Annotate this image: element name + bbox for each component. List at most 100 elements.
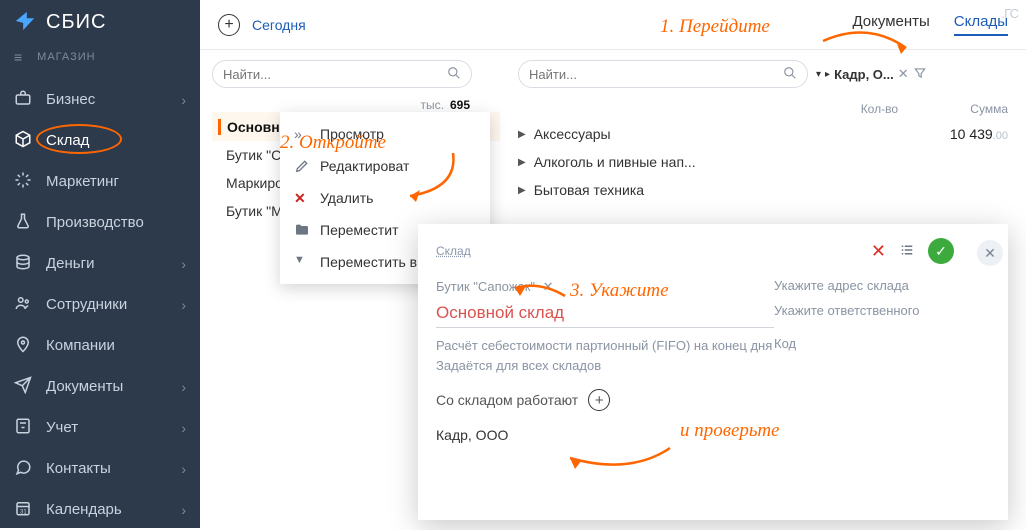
sidebar-item-companies[interactable]: Компании: [0, 325, 200, 366]
sidebar-menu: Бизнес › Склад Маркетинг Производство Де…: [0, 79, 200, 530]
chevron-right-icon: ›: [181, 297, 186, 313]
clear-icon[interactable]: ✕: [898, 66, 909, 82]
add-button[interactable]: +: [218, 14, 240, 36]
ctx-label: Удалить: [320, 190, 373, 206]
search-categories[interactable]: [518, 60, 808, 88]
close-card-button[interactable]: ✕: [977, 240, 1003, 266]
svg-text:31: 31: [20, 509, 27, 515]
sidebar-item-contacts[interactable]: Контакты ›: [0, 448, 200, 489]
sidebar-item-label: Бизнес: [46, 91, 95, 108]
add-org-button[interactable]: +: [588, 389, 610, 411]
sidebar-item-label: Сотрудники: [46, 296, 127, 313]
thousands-value: 695: [450, 98, 470, 112]
chevron-right-icon: ›: [181, 379, 186, 395]
chevron-right-icon: ›: [181, 420, 186, 436]
columns-header: Кол-во Сумма: [518, 98, 1008, 120]
crumb-text: Кадр, О...: [834, 67, 894, 82]
sidebar-item-production[interactable]: Производство: [0, 202, 200, 243]
sidebar-item-label: Компании: [46, 337, 115, 354]
category-row[interactable]: ▶ Алкоголь и пивные нап...: [518, 148, 1008, 176]
chevron-right-icon: ›: [181, 256, 186, 272]
tab-documents[interactable]: Документы: [852, 13, 929, 36]
col-qty: Кол-во: [788, 102, 898, 116]
sidebar-item-warehouse[interactable]: Склад: [0, 120, 200, 161]
category-row[interactable]: ▶ Аксессуары 10 439.00: [518, 120, 1008, 148]
brand-text: СБИС: [46, 11, 106, 34]
calc-icon: [14, 417, 32, 438]
confirm-button[interactable]: ✓: [928, 238, 954, 264]
code-hint[interactable]: Код: [774, 336, 954, 375]
sidebar-item-business[interactable]: Бизнес ›: [0, 79, 200, 120]
warehouse-name-input[interactable]: Основной склад: [436, 303, 774, 328]
card-header: Склад ✕ ✓: [436, 238, 954, 264]
sidebar-item-label: Контакты: [46, 460, 111, 477]
sidebar-item-accounting[interactable]: Учет ›: [0, 407, 200, 448]
ctx-delete[interactable]: ✕ Удалить: [280, 182, 490, 214]
list-icon[interactable]: [898, 241, 916, 262]
address-hint[interactable]: Укажите адрес склада: [774, 278, 954, 295]
category-name: Аксессуары: [534, 126, 898, 142]
sidebar-item-label: Календарь: [46, 501, 122, 518]
caret-down-icon: ▼: [294, 254, 310, 270]
people-icon: [14, 294, 32, 315]
sidebar-item-label: Деньги: [46, 255, 94, 272]
remove-parent-icon[interactable]: ✕: [543, 279, 554, 294]
active-marker-icon: [218, 119, 221, 135]
sidebar-item-label: Склад: [46, 132, 89, 149]
search-warehouses[interactable]: [212, 60, 472, 88]
works-with-row: Со складом работают +: [436, 389, 954, 411]
sidebar-item-documents[interactable]: Документы ›: [0, 366, 200, 407]
sidebar-item-label: Учет: [46, 419, 78, 436]
ctx-view[interactable]: » Просмотр: [280, 118, 490, 150]
folder-icon: [294, 222, 310, 238]
sidebar-item-employees[interactable]: Сотрудники ›: [0, 284, 200, 325]
category-row[interactable]: ▶ Бытовая техника: [518, 176, 1008, 204]
ctx-label: Переместит: [320, 222, 398, 238]
send-icon: [14, 376, 32, 397]
box-icon: [14, 130, 32, 151]
caret-right-icon: ▶: [518, 185, 526, 196]
sidebar-item-marketing[interactable]: Маркетинг: [0, 161, 200, 202]
ctx-edit[interactable]: Редактироват: [280, 150, 490, 182]
ctx-label: Просмотр: [320, 126, 384, 142]
search-icon: [783, 66, 797, 83]
card-title[interactable]: Склад: [436, 244, 471, 258]
logo-icon: [14, 10, 36, 35]
org-name[interactable]: Кадр, ООО: [436, 427, 954, 443]
category-name: Алкоголь и пивные нап...: [534, 154, 1008, 170]
shop-label: МАГАЗИН: [37, 51, 95, 63]
system-icon: .ГС: [1002, 6, 1018, 21]
search-icon: [447, 66, 461, 83]
x-icon: ✕: [294, 190, 310, 206]
filter-icon[interactable]: [913, 66, 927, 83]
works-label: Со складом работают: [436, 392, 578, 408]
search-input[interactable]: [529, 67, 783, 82]
parent-tag[interactable]: Бутик "Сапожок" ✕: [436, 279, 554, 294]
sidebar-item-money[interactable]: Деньги ›: [0, 243, 200, 284]
caret-right-icon: ▶: [518, 157, 526, 168]
responsible-hint[interactable]: Укажите ответственного: [774, 303, 954, 328]
flask-icon: [14, 212, 32, 233]
sidebar-item-label: Документы: [46, 378, 123, 395]
sidebar-item-calendar[interactable]: 31 Календарь ›: [0, 489, 200, 530]
sidebar: СБИС ≡ МАГАЗИН Бизнес › Склад Маркетинг …: [0, 0, 200, 528]
chevron-right-icon: ›: [181, 92, 186, 108]
briefcase-icon: [14, 89, 32, 110]
delete-button[interactable]: ✕: [871, 241, 886, 262]
topbar: + Сегодня Документы Склады: [200, 0, 1026, 50]
category-sum: 10 439.00: [898, 126, 1008, 142]
shop-row[interactable]: ≡ МАГАЗИН: [0, 41, 200, 73]
parent-name: Бутик "Сапожок": [436, 279, 535, 294]
today-link[interactable]: Сегодня: [252, 17, 306, 33]
logo-row: СБИС: [0, 0, 200, 41]
search-input[interactable]: [223, 67, 447, 82]
ctx-label: Переместить в: [320, 254, 417, 270]
chat-icon: [14, 458, 32, 479]
tab-stores[interactable]: Склады: [954, 13, 1008, 36]
pin-icon: [14, 335, 32, 356]
caret-down-icon: ▾: [816, 69, 821, 80]
breadcrumb-filter[interactable]: ▾ ▸ Кадр, О... ✕: [816, 66, 927, 83]
col-sum: Сумма: [898, 102, 1008, 116]
calendar-icon: 31: [14, 499, 32, 520]
coins-icon: [14, 253, 32, 274]
